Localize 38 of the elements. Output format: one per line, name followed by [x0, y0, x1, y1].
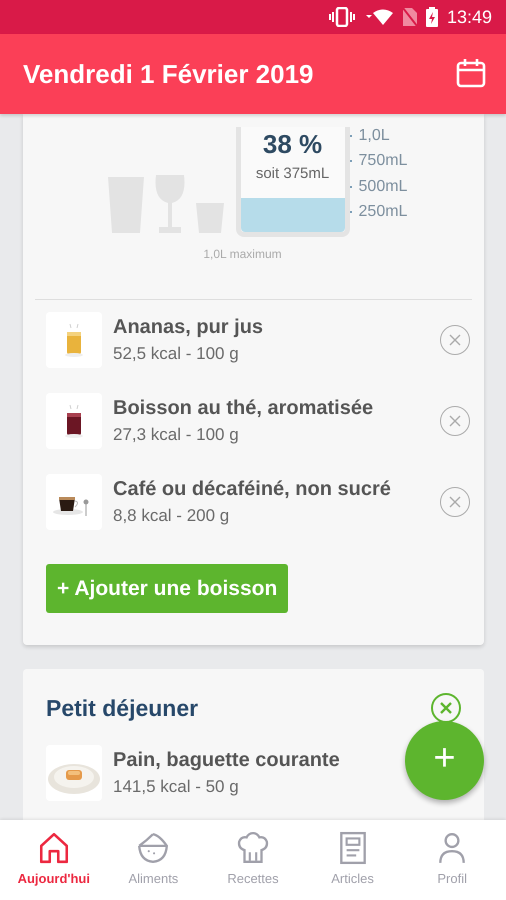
scale-label: 1,0L — [358, 126, 390, 145]
wifi-icon — [364, 9, 394, 25]
vibrate-icon — [328, 7, 355, 27]
food-name: Boisson au thé, aromatisée — [113, 397, 374, 420]
water-percent: 38 % — [262, 129, 324, 160]
scale-label: 750mL — [358, 152, 408, 170]
close-icon — [439, 701, 453, 715]
remove-button[interactable] — [440, 406, 470, 436]
nav-tab[interactable]: Articles — [302, 820, 402, 900]
melon-slice-icon — [136, 831, 170, 865]
food-name: Pain, baguette courante — [113, 749, 340, 772]
page-title: Vendredi 1 Février 2019 — [23, 58, 314, 90]
calendar-button[interactable] — [456, 58, 486, 90]
remove-button[interactable] — [440, 487, 470, 517]
food-name: Ananas, pur jus — [113, 316, 264, 339]
meal-title: Petit déjeuner — [46, 694, 198, 722]
chef-hat-icon — [236, 831, 270, 865]
close-icon — [449, 496, 461, 508]
close-icon — [449, 415, 461, 427]
food-name: Café ou décaféiné, non sucré — [113, 478, 391, 501]
food-details: 27,3 kcal - 100 g — [113, 425, 239, 445]
nav-tab[interactable]: Profil — [402, 820, 502, 900]
scale-label: 500mL — [358, 178, 408, 196]
maximum-label: 1,0L maximum — [202, 247, 283, 261]
food-details: 52,5 kcal - 100 g — [113, 344, 239, 364]
remove-button[interactable] — [440, 325, 470, 355]
battery-icon — [426, 7, 438, 27]
food-details: 141,5 kcal - 50 g — [113, 777, 239, 797]
no-sim-icon — [402, 8, 417, 26]
nav-tab[interactable]: Aujourd'hui — [4, 820, 104, 900]
nav-tab[interactable]: Recettes — [203, 820, 303, 900]
nav-tab[interactable]: Aliments — [104, 820, 204, 900]
scale-label: 250mL — [358, 203, 408, 222]
food-details: 8,8 kcal - 200 g — [113, 506, 230, 526]
water-amount: soit 375mL — [254, 165, 330, 182]
add-drink-button[interactable]: + Ajouter une boisson — [46, 564, 288, 613]
status-time: 13:49 — [446, 6, 492, 28]
close-icon — [449, 334, 461, 346]
